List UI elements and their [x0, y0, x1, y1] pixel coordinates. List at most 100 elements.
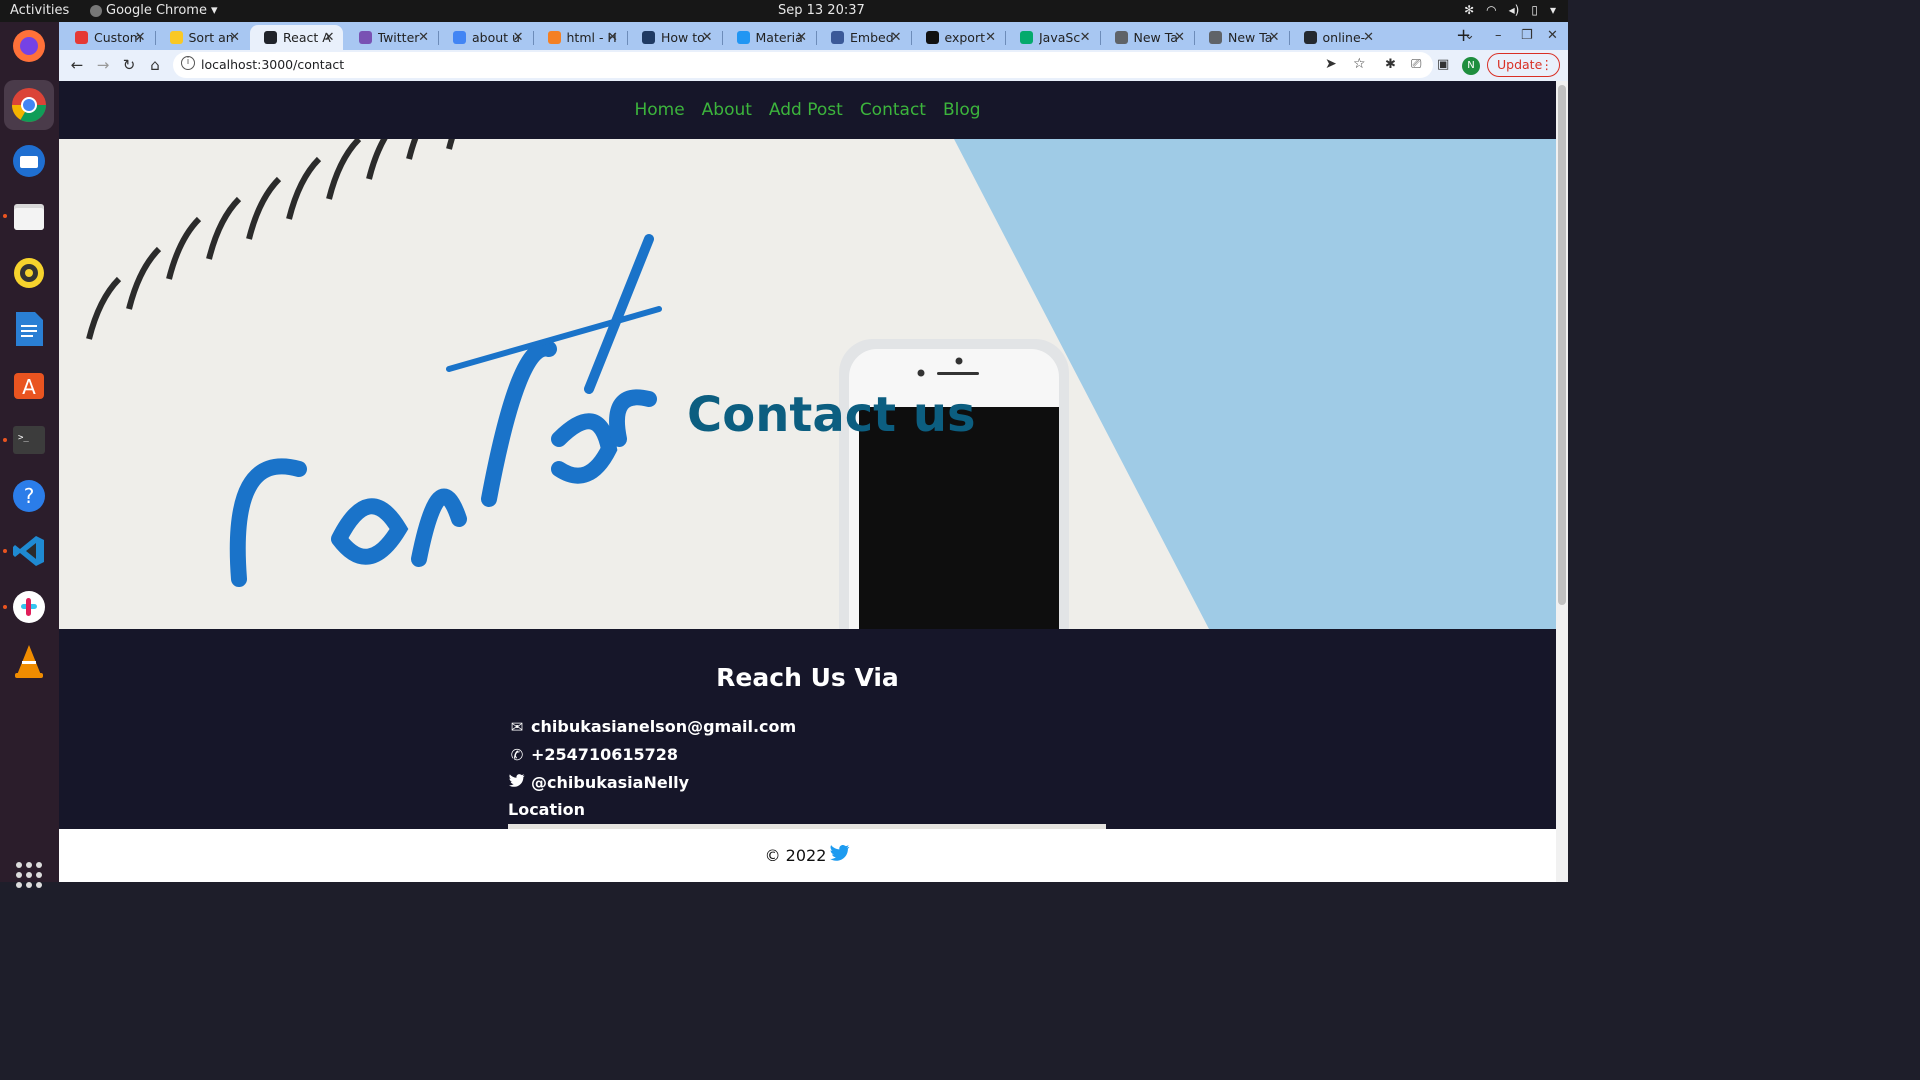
browser-tab[interactable]: React A ✕ [250, 25, 343, 50]
files-dock-icon[interactable] [10, 198, 48, 236]
caret-down-icon: ▾ [210, 3, 218, 18]
reload-icon[interactable]: ↻ [119, 55, 139, 75]
close-window-icon[interactable]: ✕ [1547, 28, 1558, 43]
tab-close-icon[interactable]: ✕ [1269, 30, 1280, 45]
software-center-dock-icon[interactable]: A [10, 365, 48, 403]
tab-close-icon[interactable]: ✕ [1080, 30, 1091, 45]
tab-close-icon[interactable]: ✕ [1363, 30, 1374, 45]
tab-close-icon[interactable]: ✕ [796, 30, 807, 45]
site-info-icon[interactable]: i [181, 56, 195, 70]
tab-close-icon[interactable]: ✕ [985, 30, 996, 45]
tab-close-icon[interactable]: ✕ [702, 30, 713, 45]
phone [839, 339, 1069, 629]
browser-tab[interactable]: about u ✕ [439, 25, 532, 50]
app-name: Google Chrome [106, 3, 207, 18]
menu-dots-icon: ⋮ [1540, 57, 1554, 72]
svg-text:>_: >_ [18, 433, 29, 443]
profile-avatar[interactable]: N [1462, 57, 1480, 75]
address-bar[interactable]: i localhost:3000/contact ➤ ☆ [173, 52, 1433, 78]
tab-favicon-icon [736, 31, 750, 44]
reach-us-title: Reach Us Via [716, 663, 899, 692]
browser-tab[interactable]: Embed ✕ [817, 25, 910, 50]
svg-text:A: A [22, 375, 36, 399]
phone-row: ✆ +254710615728 [509, 745, 678, 764]
nav-link-blog[interactable]: Blog [943, 100, 981, 120]
twitter-row: @chibukasiaNelly [509, 773, 689, 792]
tab-close-icon[interactable]: ✕ [229, 30, 240, 45]
side-panel-icon[interactable]: ▣ [1437, 57, 1449, 72]
activities-button[interactable]: Activities [10, 3, 69, 18]
running-indicator [3, 214, 7, 218]
back-icon[interactable]: ← [67, 55, 87, 75]
forward-icon[interactable]: → [93, 55, 113, 75]
wifi-icon: ◠ [1486, 3, 1497, 17]
twitter-handle[interactable]: @chibukasiaNelly [531, 773, 689, 792]
email-text[interactable]: chibukasianelson@gmail.com [531, 717, 796, 736]
scrollbar-thumb[interactable] [1558, 85, 1566, 605]
tab-close-icon[interactable]: ✕ [891, 30, 902, 45]
tab-favicon-icon [642, 31, 655, 44]
nav-link-contact[interactable]: Contact [860, 100, 926, 120]
update-label: Update [1497, 57, 1543, 72]
restore-icon[interactable]: ❐ [1521, 28, 1533, 43]
phone-text[interactable]: +254710615728 [531, 745, 678, 764]
chrome-dock-icon[interactable] [4, 80, 54, 130]
url-text[interactable]: localhost:3000/contact [201, 57, 344, 72]
browser-tab[interactable]: How to ✕ [628, 25, 721, 50]
tab-close-icon[interactable]: ✕ [513, 30, 524, 45]
send-tab-icon[interactable]: ➤ [1325, 56, 1337, 72]
slack-dock-icon[interactable] [10, 588, 48, 626]
tab-close-icon[interactable]: ✕ [1174, 30, 1185, 45]
page-scrollbar[interactable] [1556, 81, 1568, 882]
tab-favicon-icon [1020, 31, 1033, 44]
nav-link-home[interactable]: Home [634, 100, 684, 120]
tab-close-icon[interactable]: ✕ [135, 30, 146, 45]
browser-tab[interactable]: Twitter ✕ [345, 25, 438, 50]
browser-tab[interactable]: JavaSc ✕ [1006, 25, 1099, 50]
bookmark-star-icon[interactable]: ☆ [1353, 56, 1366, 72]
browser-tab[interactable]: html - H ✕ [534, 25, 627, 50]
browser-tab[interactable]: Custom ✕ [61, 25, 154, 50]
tab-favicon-icon [169, 31, 183, 44]
browser-tab[interactable]: online- ✕ [1290, 25, 1383, 50]
vlc-dock-icon[interactable] [10, 642, 48, 680]
show-applications-icon[interactable] [16, 862, 42, 888]
browser-tab[interactable]: Sort an ✕ [156, 25, 249, 50]
hero-image [59, 139, 1556, 629]
minimize-icon[interactable]: – [1495, 28, 1502, 43]
nav-link-add-post[interactable]: Add Post [769, 100, 843, 120]
system-tray[interactable]: ✻ ◠ ◂) ▯ ▾ [1464, 3, 1556, 17]
mail-icon: ✉ [510, 717, 524, 736]
browser-tab[interactable]: New Ta ✕ [1101, 25, 1194, 50]
nav-link-about[interactable]: About [702, 100, 752, 120]
tab-favicon-icon [75, 31, 88, 44]
browser-tab[interactable]: New Ta ✕ [1195, 25, 1288, 50]
tab-close-icon[interactable]: ✕ [324, 30, 335, 45]
rhythmbox-dock-icon[interactable] [10, 254, 48, 292]
clock[interactable]: Sep 13 20:37 [778, 3, 865, 18]
tab-search-icon[interactable]: ⌄ [1464, 28, 1475, 43]
browser-tab[interactable]: Materia ✕ [723, 25, 816, 50]
writer-dock-icon[interactable] [10, 310, 48, 348]
update-button[interactable]: Update ⋮ [1487, 53, 1560, 77]
twitter-icon[interactable] [830, 844, 850, 866]
location-label: Location [508, 800, 585, 819]
tab-close-icon[interactable]: ✕ [607, 30, 618, 45]
tab-favicon-icon [358, 31, 372, 44]
browser-tab[interactable]: export ✕ [912, 25, 1005, 50]
help-dock-icon[interactable]: ? [10, 477, 48, 515]
extensions-icon[interactable]: ✱ [1385, 57, 1396, 72]
tab-strip: + ⌄ – ❐ ✕ Custom ✕ Sort an ✕ React A ✕ Twitter… [59, 22, 1568, 50]
tab-close-icon[interactable]: ✕ [418, 30, 429, 45]
page-viewport: Home About Add Post Contact Blog Contact… [59, 81, 1568, 882]
app-menu[interactable]: Google Chrome ▾ [90, 3, 218, 18]
running-indicator [3, 549, 7, 553]
vscode-dock-icon[interactable] [10, 532, 48, 570]
tab-favicon-icon [453, 31, 466, 44]
terminal-dock-icon[interactable]: >_ [10, 421, 48, 459]
battery-icon: ▯ [1531, 3, 1538, 17]
thunderbird-dock-icon[interactable] [10, 142, 48, 180]
firefox-dock-icon[interactable] [10, 27, 48, 65]
cast-icon[interactable]: ⎚ [1411, 57, 1421, 72]
home-icon[interactable]: ⌂ [145, 55, 165, 75]
